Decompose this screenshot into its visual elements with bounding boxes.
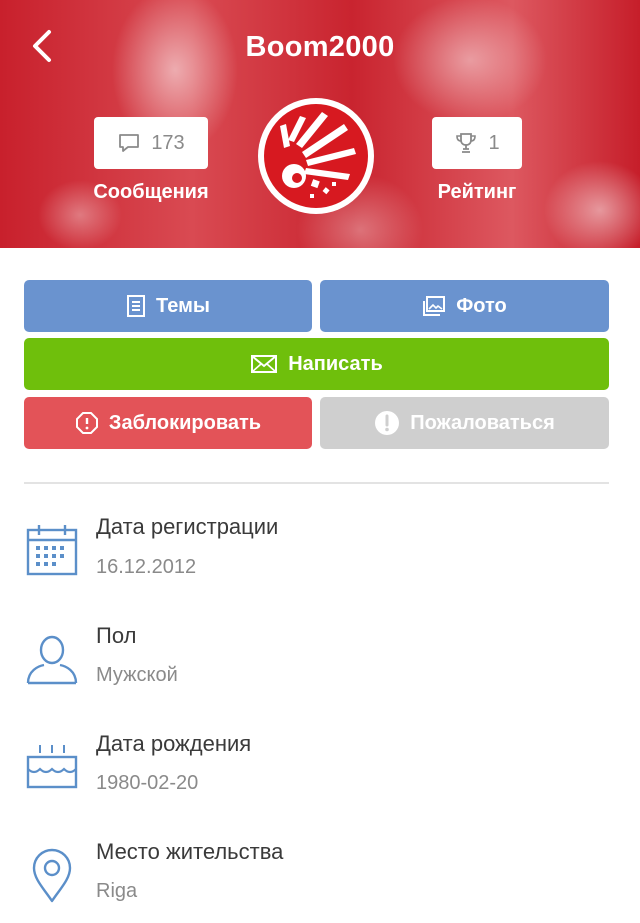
- info-value: Мужской: [96, 664, 178, 686]
- document-icon: [127, 295, 146, 317]
- messages-label: Сообщения: [93, 181, 209, 203]
- person-icon: [26, 635, 78, 685]
- block-octagon-icon: [75, 412, 98, 434]
- info-label: Дата рождения: [96, 731, 252, 756]
- report-user-button[interactable]: Пожаловаться: [320, 397, 609, 449]
- info-label: Место жительства: [96, 839, 284, 864]
- info-value: Riga: [96, 880, 138, 902]
- exclamation-circle-icon: [375, 411, 400, 435]
- messages-count: 173: [151, 131, 185, 154]
- block-label: Заблокировать: [108, 411, 262, 434]
- messages-stat[interactable]: 173: [94, 117, 208, 169]
- info-label: Пол: [96, 623, 137, 648]
- calendar-icon: [26, 525, 78, 576]
- location-pin-icon: [32, 848, 72, 903]
- chat-bubble-icon: [119, 134, 140, 152]
- explosion-icon: [258, 98, 374, 214]
- info-value: 1980-02-20: [96, 772, 199, 794]
- profile-header: Boom2000 173 Сообщения 1 Рейтинг: [0, 0, 640, 248]
- divider: [24, 482, 609, 484]
- avatar[interactable]: [250, 96, 382, 216]
- birthday-cake-icon: [26, 745, 78, 789]
- report-label: Пожаловаться: [410, 411, 555, 434]
- rating-stat[interactable]: 1: [432, 117, 522, 169]
- write-label: Написать: [288, 352, 383, 375]
- write-message-button[interactable]: Написать: [24, 338, 609, 390]
- page-title: Boom2000: [245, 31, 395, 63]
- rating-count: 1: [488, 131, 500, 154]
- topics-label: Темы: [156, 294, 210, 317]
- info-value: 16.12.2012: [96, 556, 197, 578]
- trophy-icon: [456, 133, 477, 153]
- topics-button[interactable]: Темы: [24, 280, 312, 332]
- envelope-icon: [251, 355, 278, 373]
- info-label: Дата регистрации: [96, 514, 279, 539]
- photo-button[interactable]: Фото: [320, 280, 609, 332]
- block-user-button[interactable]: Заблокировать: [24, 397, 312, 449]
- photo-gallery-icon: [423, 296, 446, 316]
- photo-label: Фото: [456, 294, 507, 317]
- rating-label: Рейтинг: [437, 181, 517, 203]
